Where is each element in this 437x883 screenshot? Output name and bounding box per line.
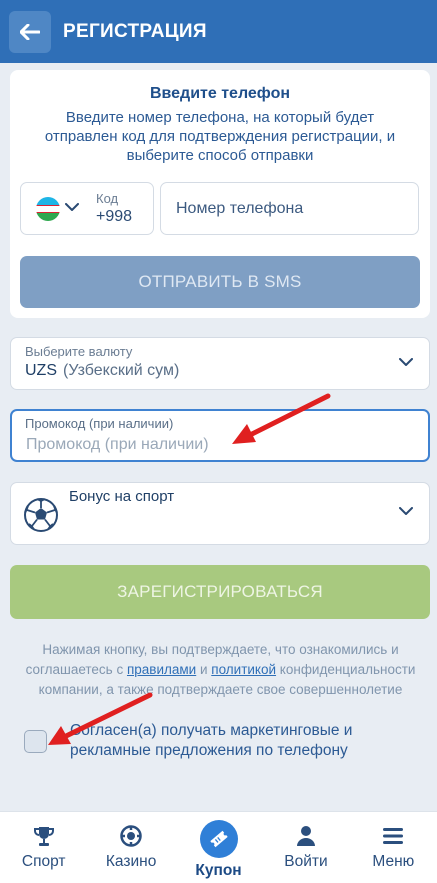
uzbekistan-flag-icon bbox=[36, 197, 60, 221]
chevron-down-icon bbox=[399, 507, 413, 515]
code-value: +998 bbox=[96, 208, 133, 225]
promo-field: Промокод (при наличии) bbox=[10, 409, 430, 462]
page-title: РЕГИСТРАЦИЯ bbox=[63, 20, 207, 42]
phone-card-title: Введите телефон bbox=[149, 85, 291, 102]
user-icon bbox=[296, 826, 315, 846]
currency-name: (Узбекский сум) bbox=[63, 362, 180, 379]
annotation-arrowhead-consent bbox=[48, 726, 71, 745]
currency-code: UZS bbox=[25, 362, 57, 379]
register-button[interactable]: ЗАРЕГИСТРИРОВАТЬСЯ bbox=[10, 565, 430, 619]
casino-chip-icon bbox=[120, 825, 142, 847]
nav-item-menu[interactable]: Меню bbox=[350, 812, 437, 883]
marketing-consent-checkbox[interactable] bbox=[24, 730, 47, 753]
legal-notice: Нажимая кнопку, вы подтверждаете, что оз… bbox=[18, 640, 423, 700]
promo-code-input[interactable] bbox=[26, 433, 416, 457]
bonus-label: Бонус на спорт bbox=[69, 488, 175, 505]
nav-item-login[interactable]: Войти bbox=[262, 812, 349, 883]
nav-item-sport[interactable]: Спорт bbox=[0, 812, 87, 883]
promo-label: Промокод (при наличии) bbox=[25, 416, 174, 431]
chevron-down-icon bbox=[65, 203, 79, 211]
soccer-ball-icon bbox=[24, 498, 58, 532]
nav-label: Спорт bbox=[21, 853, 66, 870]
ticket-icon bbox=[209, 830, 228, 848]
back-button[interactable] bbox=[9, 10, 51, 53]
code-label: Код bbox=[96, 191, 119, 206]
menu-icon bbox=[383, 828, 404, 844]
arrow-left-icon bbox=[20, 23, 40, 40]
trophy-icon bbox=[33, 827, 54, 846]
send-sms-button[interactable]: ОТПРАВИТЬ В SMS bbox=[20, 256, 420, 308]
bonus-select[interactable]: Бонус на спорт bbox=[10, 482, 430, 545]
rules-link[interactable]: правилами bbox=[127, 662, 196, 677]
marketing-consent-label[interactable]: Согласен(а) получать маркетинговые и рек… bbox=[70, 721, 400, 761]
nav-label: Казино bbox=[105, 853, 157, 870]
phone-card-description: Введите номер телефона, на который будет… bbox=[44, 109, 396, 164]
currency-label: Выберите валюту bbox=[25, 344, 133, 359]
legal-text: и bbox=[196, 662, 212, 677]
phone-number-input[interactable] bbox=[176, 183, 411, 234]
nav-item-casino[interactable]: Казино bbox=[87, 812, 174, 883]
nav-item-coupon[interactable]: Купон bbox=[175, 812, 262, 883]
nav-label: Войти bbox=[284, 853, 328, 870]
nav-label: Меню bbox=[372, 853, 415, 870]
bottom-navigation: Спорт Казино Купон Войти Меню bbox=[0, 811, 437, 883]
country-code-select[interactable]: Код +998 bbox=[20, 182, 154, 235]
currency-select[interactable]: Выберите валюту UZS (Узбекский сум) bbox=[10, 337, 430, 390]
chevron-down-icon bbox=[399, 358, 413, 366]
phone-field-wrapper bbox=[160, 182, 419, 235]
nav-label: Купон bbox=[195, 862, 242, 879]
app-header: РЕГИСТРАЦИЯ bbox=[0, 0, 437, 63]
coupon-badge bbox=[199, 820, 238, 858]
policy-link[interactable]: политикой bbox=[211, 662, 276, 677]
currency-value: UZS (Узбекский сум) bbox=[25, 362, 179, 380]
